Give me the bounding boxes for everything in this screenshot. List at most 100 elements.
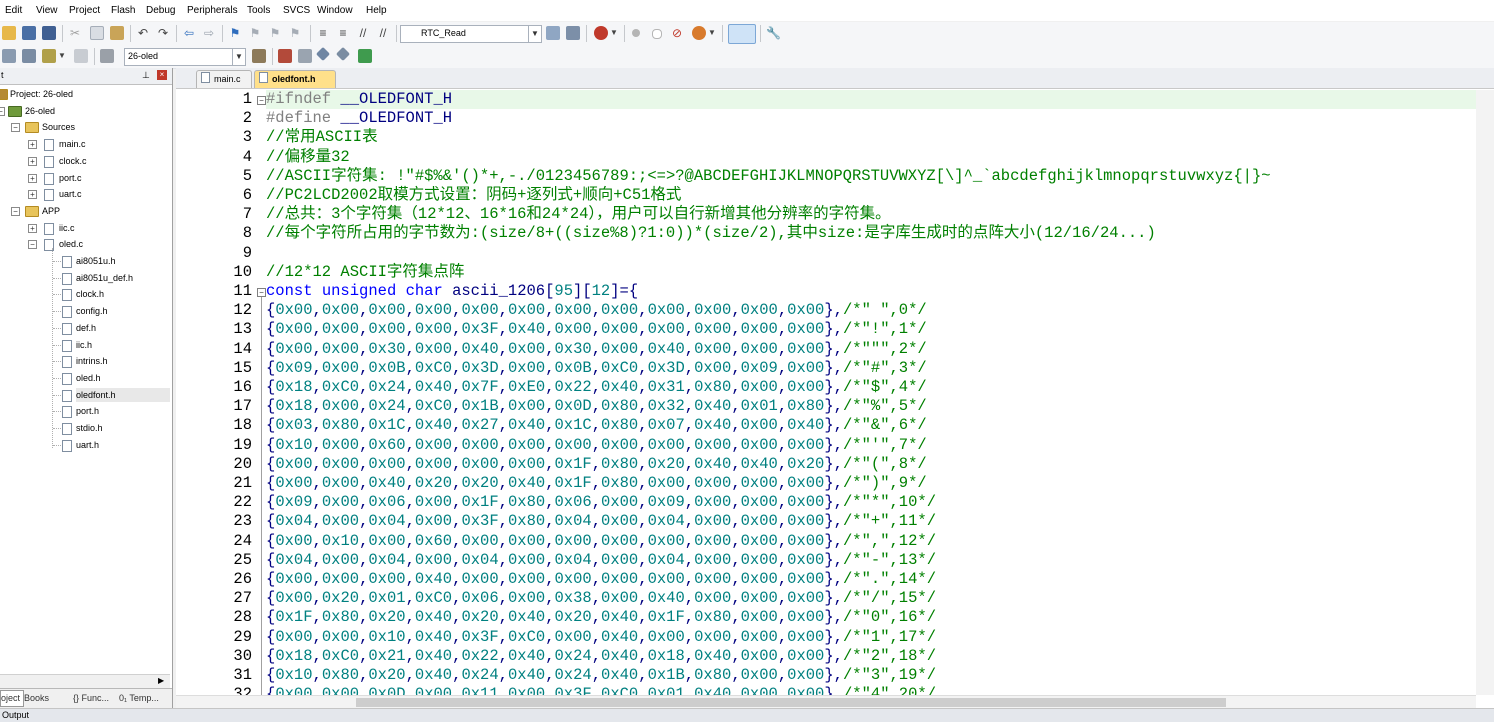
open-file-icon[interactable]	[2, 26, 16, 40]
find-combo[interactable]: RTC_Read ▼	[400, 25, 542, 43]
tree-dep-ai8051u_def-h[interactable]: ai8051u_def.h	[76, 271, 133, 285]
chevron-down-icon[interactable]: ▼	[58, 49, 66, 63]
tree-file-clock-c[interactable]: clock.c	[59, 154, 87, 168]
paste-icon[interactable]	[110, 26, 124, 40]
expand-icon[interactable]: +	[28, 223, 37, 233]
translate-icon[interactable]	[2, 49, 16, 63]
tree-dep-oledfont-h[interactable]: oledfont.h	[76, 387, 170, 402]
indent-icon[interactable]: ≡	[316, 26, 330, 40]
tab-templates[interactable]: 0₁ Temp...	[119, 691, 169, 706]
pack-installer-icon[interactable]	[298, 49, 312, 63]
collapse-icon[interactable]: −	[11, 206, 20, 216]
window-layout-icon[interactable]	[728, 24, 756, 44]
fold-toggle-icon[interactable]: −	[257, 288, 266, 297]
tree-group-sources[interactable]: Sources	[42, 120, 75, 134]
menu-project[interactable]: Project	[69, 5, 100, 16]
bookmark-clear-icon[interactable]: ⚑	[288, 26, 302, 40]
target-options-icon[interactable]	[252, 49, 266, 63]
editor-vscrollbar[interactable]	[1476, 90, 1494, 695]
build-icon[interactable]	[22, 49, 36, 63]
manage-env-icon[interactable]	[358, 49, 372, 63]
tree-file-iic-c[interactable]: iic.c	[59, 221, 75, 235]
scrollbar-thumb[interactable]	[356, 698, 1226, 707]
tree-file-main-c[interactable]: main.c	[59, 137, 86, 151]
expand-icon[interactable]: −	[28, 240, 37, 250]
chevron-down-icon[interactable]: ▼	[610, 26, 618, 40]
unindent-icon[interactable]: ≡	[336, 26, 350, 40]
scroll-right-icon[interactable]: ▶	[158, 676, 164, 685]
tree-dep-clock-h[interactable]: clock.h	[76, 287, 104, 301]
chevron-down-icon[interactable]: ▼	[708, 26, 716, 40]
incremental-find-icon[interactable]	[566, 26, 580, 40]
collapse-icon[interactable]: −	[0, 106, 5, 116]
rebuild-icon[interactable]	[42, 49, 56, 63]
nav-back-icon[interactable]: ⇦	[182, 26, 196, 40]
batch-build-icon[interactable]	[74, 49, 88, 63]
tree-dep-stdio-h[interactable]: stdio.h	[76, 421, 103, 435]
pin-icon[interactable]: ⊥	[142, 70, 150, 81]
tree-file-oled-c[interactable]: oled.c	[59, 237, 83, 251]
editor-tab-main-c[interactable]: main.c	[196, 70, 252, 88]
tree-file-port-c[interactable]: port.c	[59, 171, 82, 185]
save-all-icon[interactable]	[42, 26, 56, 40]
tree-dep-config-h[interactable]: config.h	[76, 304, 108, 318]
kill-breakpoints-icon[interactable]: ⊘	[670, 26, 684, 40]
menu-svcs[interactable]: SVCS	[283, 5, 310, 16]
tree-dep-ai8051u-h[interactable]: ai8051u.h	[76, 254, 116, 268]
manage-components-icon[interactable]	[278, 49, 292, 63]
select-software-packs-icon[interactable]	[315, 46, 331, 62]
editor-hscrollbar[interactable]	[176, 695, 1476, 709]
project-target[interactable]: 26-oled	[25, 104, 55, 118]
menu-debug[interactable]: Debug	[146, 5, 175, 16]
collapse-icon[interactable]: −	[11, 123, 20, 133]
tab-books[interactable]: Books	[24, 691, 70, 706]
chevron-down-icon[interactable]: ▼	[232, 49, 245, 65]
menu-view[interactable]: View	[36, 5, 58, 16]
manage-run-time-icon[interactable]	[335, 46, 351, 62]
redo-icon[interactable]: ↷	[156, 26, 170, 40]
menu-help[interactable]: Help	[366, 5, 387, 16]
download-icon[interactable]	[100, 49, 114, 63]
menu-tools[interactable]: Tools	[247, 5, 270, 16]
menu-window[interactable]: Window	[317, 5, 353, 16]
bookmark-prev-icon[interactable]: ⚑	[248, 26, 262, 40]
tree-dep-uart-h[interactable]: uart.h	[76, 438, 99, 452]
configure-icon[interactable]	[692, 26, 706, 40]
menu-edit[interactable]: Edit	[5, 5, 22, 16]
copy-icon[interactable]	[90, 26, 104, 40]
project-root[interactable]: Project: 26-oled	[10, 87, 73, 101]
debug-session-icon[interactable]	[594, 26, 608, 40]
tree-dep-port-h[interactable]: port.h	[76, 404, 99, 418]
code-area[interactable]: #ifndef __OLEDFONT_H #define __OLEDFONT_H…	[266, 90, 1494, 695]
expand-icon[interactable]: +	[28, 173, 37, 183]
bookmark-next-icon[interactable]: ⚑	[268, 26, 282, 40]
tree-file-uart-c[interactable]: uart.c	[59, 187, 82, 201]
close-icon[interactable]: ×	[157, 70, 167, 80]
find-icon[interactable]	[546, 26, 560, 40]
expand-icon[interactable]: +	[28, 190, 37, 200]
tree-dep-def-h[interactable]: def.h	[76, 321, 96, 335]
chevron-down-icon[interactable]: ▼	[528, 26, 541, 42]
nav-forward-icon[interactable]: ⇨	[202, 26, 216, 40]
tree-dep-oled-h[interactable]: oled.h	[76, 371, 101, 385]
expand-icon[interactable]: +	[28, 140, 37, 150]
undo-icon[interactable]: ↶	[136, 26, 150, 40]
menu-flash[interactable]: Flash	[111, 5, 135, 16]
target-combo[interactable]: 26-oled ▼	[124, 48, 246, 66]
tree-dep-iic-h[interactable]: iic.h	[76, 338, 92, 352]
tab-project[interactable]: oject	[0, 690, 24, 707]
wrench-icon[interactable]: 🔧	[766, 26, 781, 40]
tree-dep-intrins-h[interactable]: intrins.h	[76, 354, 108, 368]
uncomment-icon[interactable]: //	[376, 26, 390, 40]
project-hscrollbar[interactable]: ▶	[0, 674, 170, 688]
expand-icon[interactable]: +	[28, 156, 37, 166]
breakpoint-icon[interactable]	[632, 29, 640, 37]
comment-icon[interactable]: //	[356, 26, 370, 40]
breakpoint-disable-icon[interactable]	[652, 29, 662, 39]
bookmark-icon[interactable]: ⚑	[228, 26, 242, 40]
save-icon[interactable]	[22, 26, 36, 40]
fold-toggle-icon[interactable]: −	[257, 96, 266, 105]
tab-functions[interactable]: {} Func...	[73, 691, 117, 706]
tree-group-app[interactable]: APP	[42, 204, 60, 218]
cut-icon[interactable]: ✂	[68, 26, 82, 40]
